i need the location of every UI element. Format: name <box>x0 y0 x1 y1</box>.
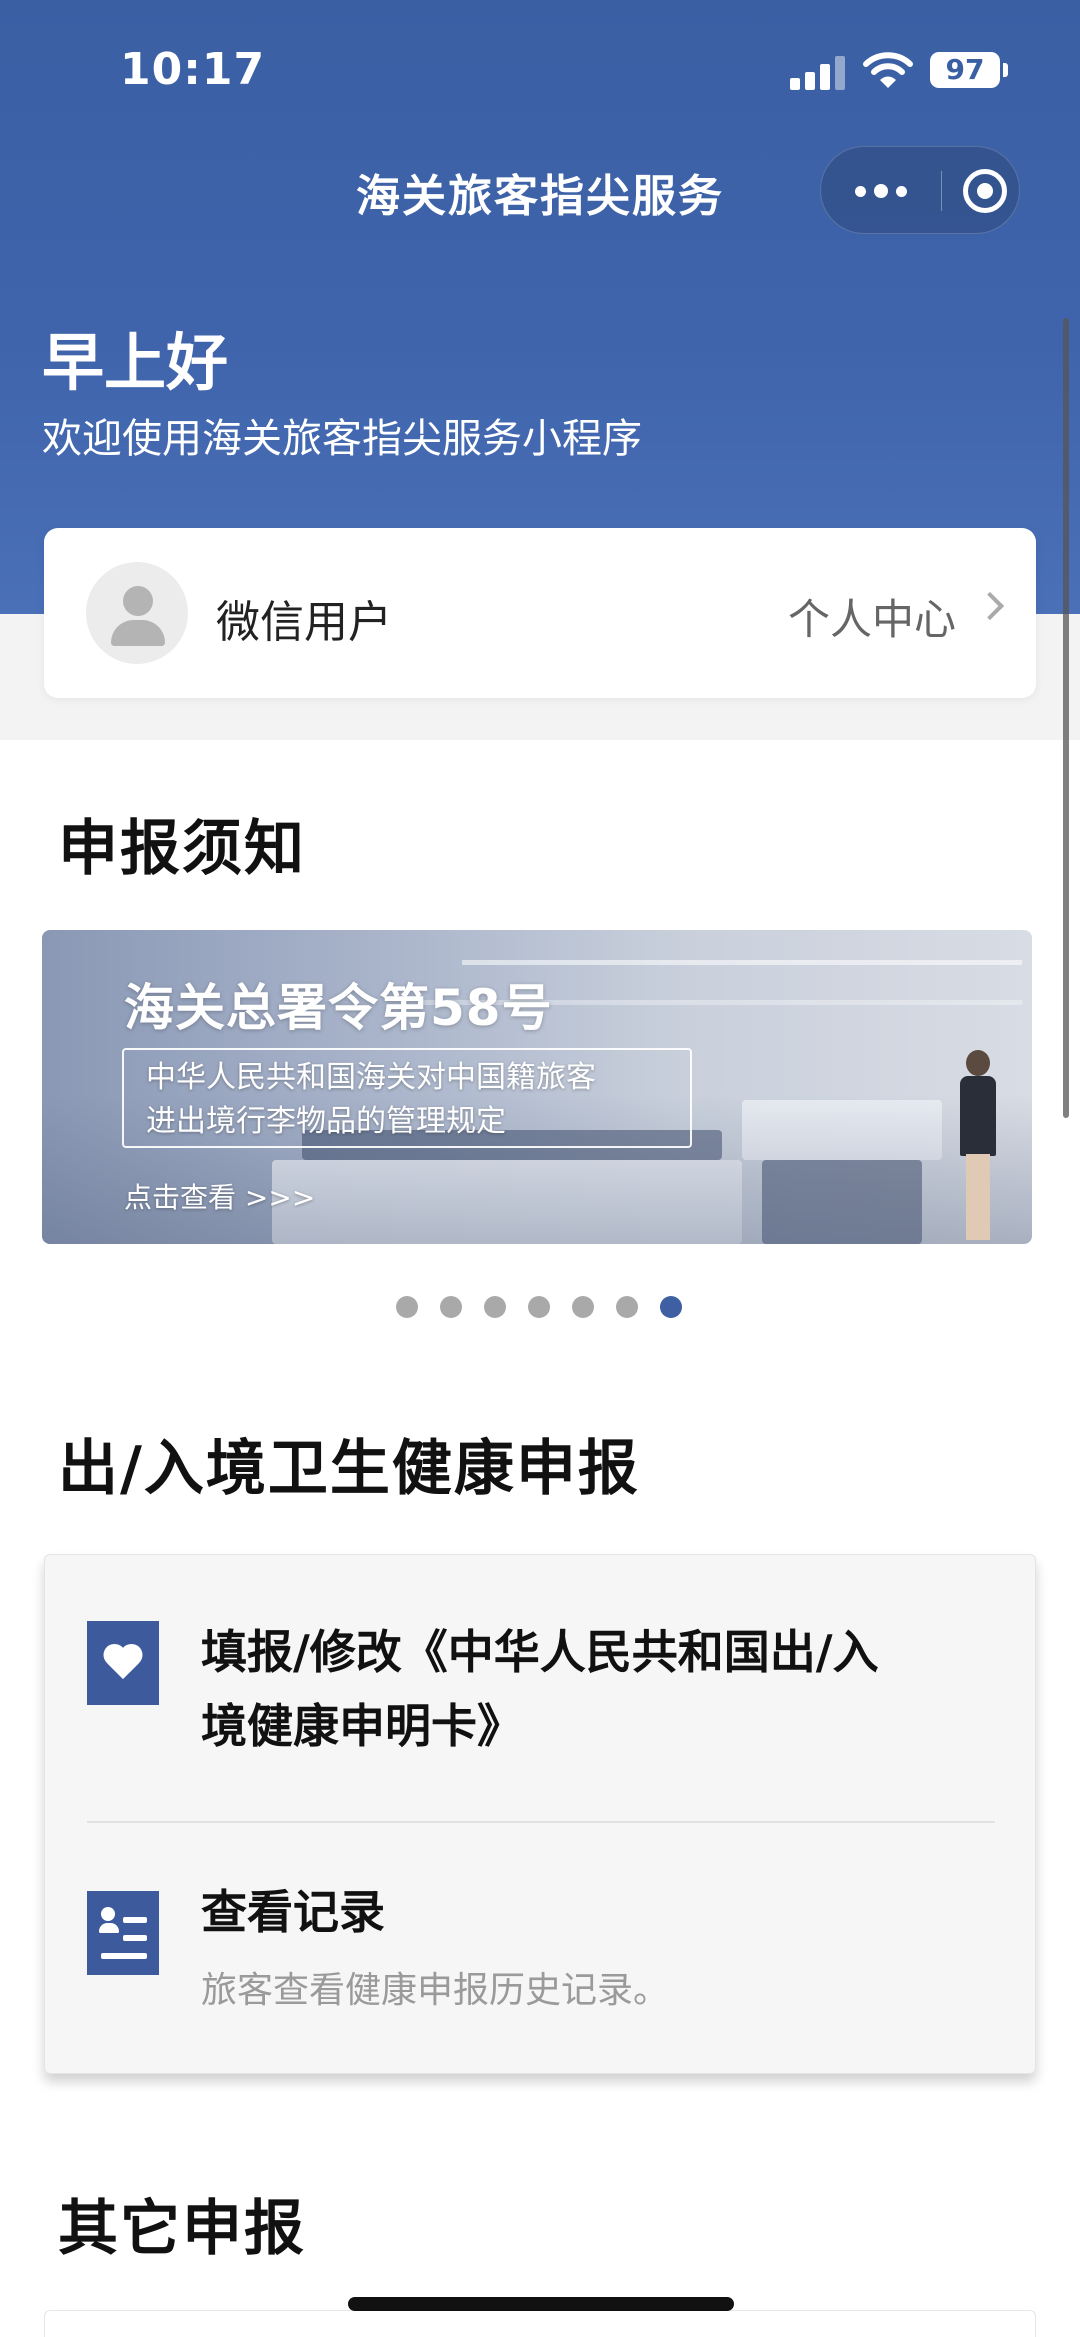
view-records-description: 旅客查看健康申报历史记录。 <box>201 1970 670 2011</box>
battery-icon: 97 <box>930 52 1000 88</box>
home-indicator[interactable] <box>348 2297 734 2311</box>
banner-line-1: 中华人民共和国海关对中国籍旅客 <box>146 1060 596 1095</box>
wifi-icon <box>863 52 913 88</box>
carousel-dot[interactable] <box>396 1296 418 1318</box>
notice-banner[interactable]: 海关总署令第58号 中华人民共和国海关对中国籍旅客 进出境行李物品的管理规定 点… <box>42 930 1032 1244</box>
signal-icon <box>790 56 846 90</box>
carousel-dot[interactable] <box>572 1296 594 1318</box>
greeting-text: 早上好 <box>42 326 229 399</box>
banner-subtitle-box: 中华人民共和国海关对中国籍旅客 进出境行李物品的管理规定 <box>122 1048 692 1148</box>
user-name: 微信用户 <box>216 597 392 648</box>
battery-tip <box>1003 63 1008 77</box>
carousel-dot[interactable] <box>616 1296 638 1318</box>
banner-line-2: 进出境行李物品的管理规定 <box>146 1104 506 1139</box>
carousel-dot-active[interactable] <box>660 1296 682 1318</box>
status-bar: 10:17 97 <box>0 0 1080 140</box>
carousel-dot[interactable] <box>528 1296 550 1318</box>
other-declaration-card[interactable] <box>44 2310 1036 2337</box>
health-declaration-card: 填报/修改《中华人民共和国出/入 境健康申明卡》 查看记录 旅客查看健康申报历史… <box>44 1554 1036 2074</box>
capsule-divider <box>941 171 942 211</box>
welcome-text: 欢迎使用海关旅客指尖服务小程序 <box>42 416 642 462</box>
banner-view-link[interactable]: 点击查看 >>> <box>124 1176 315 1216</box>
carousel-dot[interactable] <box>440 1296 462 1318</box>
fill-health-card-line-1: 填报/修改《中华人民共和国出/入 <box>201 1625 879 1679</box>
item-divider <box>87 1821 995 1823</box>
target-close-icon[interactable] <box>963 169 1007 213</box>
carousel-dots <box>396 1296 696 1320</box>
banner-title: 海关总署令第58号 <box>124 979 553 1037</box>
user-card[interactable]: 微信用户 个人中心 <box>44 528 1036 698</box>
notice-section-title: 申报须知 <box>58 814 306 884</box>
scrollbar[interactable] <box>1063 318 1069 1118</box>
avatar <box>86 562 188 664</box>
record-list-icon <box>87 1891 159 1975</box>
banner-person-figure <box>960 1050 996 1240</box>
fill-health-card-label: 填报/修改《中华人民共和国出/入 境健康申明卡》 <box>201 1615 879 1763</box>
status-time: 10:17 <box>120 44 266 95</box>
view-records-label: 查看记录 <box>201 1885 385 1939</box>
chevron-right-icon <box>975 591 1005 621</box>
heart-icon <box>87 1621 159 1705</box>
more-dots-icon[interactable] <box>821 147 941 235</box>
mini-program-capsule <box>820 146 1020 234</box>
carousel-dot[interactable] <box>484 1296 506 1318</box>
personal-center-link[interactable]: 个人中心 <box>788 586 956 647</box>
other-section-title: 其它申报 <box>58 2194 306 2264</box>
fill-health-card-line-2: 境健康申明卡》 <box>201 1699 523 1753</box>
health-section-title: 出/入境卫生健康申报 <box>58 1434 640 1504</box>
